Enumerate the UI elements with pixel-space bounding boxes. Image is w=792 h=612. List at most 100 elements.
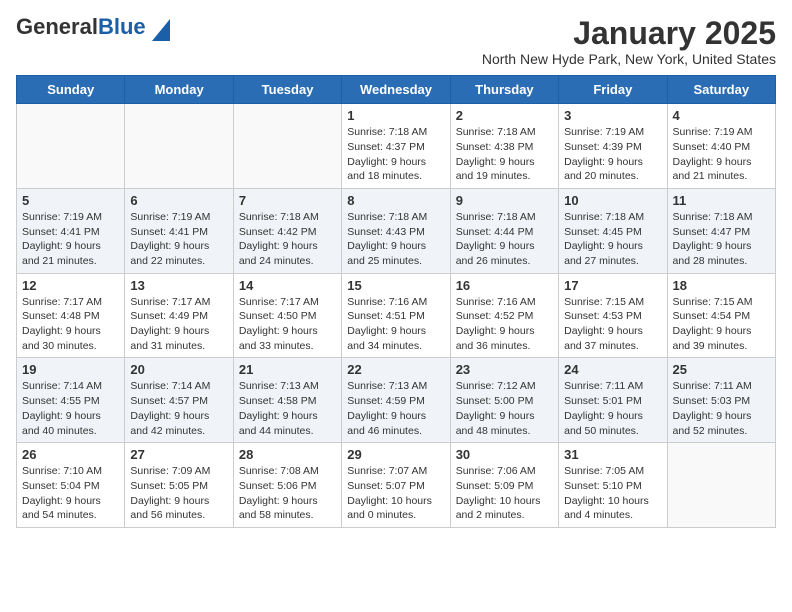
logo-triangle-icon: [152, 19, 170, 41]
day-number: 26: [22, 447, 119, 462]
calendar-week-row: 5 Sunrise: 7:19 AM Sunset: 4:41 PM Daylig…: [17, 188, 776, 273]
day-number: 28: [239, 447, 336, 462]
calendar-cell: 12 Sunrise: 7:17 AM Sunset: 4:48 PM Dayli…: [17, 273, 125, 358]
calendar-cell: 19 Sunrise: 7:14 AM Sunset: 4:55 PM Dayli…: [17, 358, 125, 443]
day-number: 17: [564, 278, 661, 293]
day-number: 25: [673, 362, 770, 377]
calendar-cell: [667, 443, 775, 528]
day-number: 2: [456, 108, 553, 123]
day-info: Sunrise: 7:12 AM Sunset: 5:00 PM Dayligh…: [456, 379, 553, 438]
day-number: 9: [456, 193, 553, 208]
day-number: 23: [456, 362, 553, 377]
weekday-header: Thursday: [450, 76, 558, 104]
day-number: 31: [564, 447, 661, 462]
calendar-cell: 9Sunrise: 7:18 AM Sunset: 4:44 PM Daylig…: [450, 188, 558, 273]
day-number: 5: [22, 193, 119, 208]
calendar-cell: 16 Sunrise: 7:16 AM Sunset: 4:52 PM Dayli…: [450, 273, 558, 358]
logo-text: GeneralBlue: [16, 16, 170, 41]
day-number: 18: [673, 278, 770, 293]
day-info: Sunrise: 7:14 AM Sunset: 4:57 PM Dayligh…: [130, 379, 227, 438]
logo: GeneralBlue: [16, 16, 170, 41]
calendar-cell: 17Sunrise: 7:15 AM Sunset: 4:53 PM Dayli…: [559, 273, 667, 358]
day-info: Sunrise: 7:17 AM Sunset: 4:48 PM Dayligh…: [22, 295, 119, 354]
calendar-body: 1Sunrise: 7:18 AM Sunset: 4:37 PM Daylig…: [17, 104, 776, 528]
day-number: 29: [347, 447, 444, 462]
calendar-week-row: 12 Sunrise: 7:17 AM Sunset: 4:48 PM Dayli…: [17, 273, 776, 358]
day-info: Sunrise: 7:13 AM Sunset: 4:58 PM Dayligh…: [239, 379, 336, 438]
day-number: 22: [347, 362, 444, 377]
day-number: 6: [130, 193, 227, 208]
day-info: Sunrise: 7:05 AM Sunset: 5:10 PM Dayligh…: [564, 464, 661, 523]
day-info: Sunrise: 7:09 AM Sunset: 5:05 PM Dayligh…: [130, 464, 227, 523]
day-number: 12: [22, 278, 119, 293]
calendar-cell: 23 Sunrise: 7:12 AM Sunset: 5:00 PM Dayli…: [450, 358, 558, 443]
calendar-cell: 6 Sunrise: 7:19 AM Sunset: 4:41 PM Daylig…: [125, 188, 233, 273]
day-number: 20: [130, 362, 227, 377]
day-info: Sunrise: 7:18 AM Sunset: 4:45 PM Dayligh…: [564, 210, 661, 269]
calendar-cell: 2 Sunrise: 7:18 AM Sunset: 4:38 PM Daylig…: [450, 104, 558, 189]
day-info: Sunrise: 7:18 AM Sunset: 4:42 PM Dayligh…: [239, 210, 336, 269]
calendar-cell: 4Sunrise: 7:19 AM Sunset: 4:40 PM Daylig…: [667, 104, 775, 189]
location-title: North New Hyde Park, New York, United St…: [482, 51, 776, 67]
day-info: Sunrise: 7:14 AM Sunset: 4:55 PM Dayligh…: [22, 379, 119, 438]
calendar-week-row: 1Sunrise: 7:18 AM Sunset: 4:37 PM Daylig…: [17, 104, 776, 189]
calendar-cell: 30Sunrise: 7:06 AM Sunset: 5:09 PM Dayli…: [450, 443, 558, 528]
calendar-week-row: 26 Sunrise: 7:10 AM Sunset: 5:04 PM Dayli…: [17, 443, 776, 528]
calendar-cell: 15Sunrise: 7:16 AM Sunset: 4:51 PM Dayli…: [342, 273, 450, 358]
calendar-cell: [125, 104, 233, 189]
day-info: Sunrise: 7:16 AM Sunset: 4:52 PM Dayligh…: [456, 295, 553, 354]
calendar-cell: 14 Sunrise: 7:17 AM Sunset: 4:50 PM Dayli…: [233, 273, 341, 358]
day-info: Sunrise: 7:08 AM Sunset: 5:06 PM Dayligh…: [239, 464, 336, 523]
calendar-cell: 7Sunrise: 7:18 AM Sunset: 4:42 PM Daylig…: [233, 188, 341, 273]
weekday-header-row: SundayMondayTuesdayWednesdayThursdayFrid…: [17, 76, 776, 104]
day-number: 13: [130, 278, 227, 293]
calendar-cell: [17, 104, 125, 189]
day-number: 11: [673, 193, 770, 208]
day-number: 4: [673, 108, 770, 123]
day-number: 24: [564, 362, 661, 377]
calendar-cell: 1Sunrise: 7:18 AM Sunset: 4:37 PM Daylig…: [342, 104, 450, 189]
calendar-cell: 31 Sunrise: 7:05 AM Sunset: 5:10 PM Dayli…: [559, 443, 667, 528]
weekday-header: Wednesday: [342, 76, 450, 104]
calendar-cell: 29Sunrise: 7:07 AM Sunset: 5:07 PM Dayli…: [342, 443, 450, 528]
day-number: 3: [564, 108, 661, 123]
calendar-header: SundayMondayTuesdayWednesdayThursdayFrid…: [17, 76, 776, 104]
weekday-header: Friday: [559, 76, 667, 104]
day-number: 30: [456, 447, 553, 462]
calendar-cell: 18Sunrise: 7:15 AM Sunset: 4:54 PM Dayli…: [667, 273, 775, 358]
day-number: 21: [239, 362, 336, 377]
weekday-header: Tuesday: [233, 76, 341, 104]
day-info: Sunrise: 7:17 AM Sunset: 4:49 PM Dayligh…: [130, 295, 227, 354]
day-info: Sunrise: 7:18 AM Sunset: 4:43 PM Dayligh…: [347, 210, 444, 269]
day-info: Sunrise: 7:18 AM Sunset: 4:38 PM Dayligh…: [456, 125, 553, 184]
weekday-header: Saturday: [667, 76, 775, 104]
calendar-cell: 21 Sunrise: 7:13 AM Sunset: 4:58 PM Dayli…: [233, 358, 341, 443]
day-info: Sunrise: 7:19 AM Sunset: 4:41 PM Dayligh…: [22, 210, 119, 269]
day-info: Sunrise: 7:10 AM Sunset: 5:04 PM Dayligh…: [22, 464, 119, 523]
day-info: Sunrise: 7:18 AM Sunset: 4:47 PM Dayligh…: [673, 210, 770, 269]
day-number: 10: [564, 193, 661, 208]
calendar-cell: 3 Sunrise: 7:19 AM Sunset: 4:39 PM Daylig…: [559, 104, 667, 189]
calendar-table: SundayMondayTuesdayWednesdayThursdayFrid…: [16, 75, 776, 528]
calendar-cell: 24 Sunrise: 7:11 AM Sunset: 5:01 PM Dayli…: [559, 358, 667, 443]
calendar-cell: 26 Sunrise: 7:10 AM Sunset: 5:04 PM Dayli…: [17, 443, 125, 528]
day-number: 19: [22, 362, 119, 377]
calendar-cell: 8 Sunrise: 7:18 AM Sunset: 4:43 PM Daylig…: [342, 188, 450, 273]
calendar-cell: 20 Sunrise: 7:14 AM Sunset: 4:57 PM Dayli…: [125, 358, 233, 443]
day-info: Sunrise: 7:19 AM Sunset: 4:41 PM Dayligh…: [130, 210, 227, 269]
calendar-cell: 22Sunrise: 7:13 AM Sunset: 4:59 PM Dayli…: [342, 358, 450, 443]
day-number: 27: [130, 447, 227, 462]
page-header: GeneralBlue January 2025 North New Hyde …: [16, 16, 776, 67]
day-info: Sunrise: 7:19 AM Sunset: 4:39 PM Dayligh…: [564, 125, 661, 184]
title-block: January 2025 North New Hyde Park, New Yo…: [482, 16, 776, 67]
weekday-header: Monday: [125, 76, 233, 104]
calendar-cell: [233, 104, 341, 189]
calendar-week-row: 19 Sunrise: 7:14 AM Sunset: 4:55 PM Dayli…: [17, 358, 776, 443]
day-info: Sunrise: 7:17 AM Sunset: 4:50 PM Dayligh…: [239, 295, 336, 354]
day-number: 14: [239, 278, 336, 293]
day-number: 8: [347, 193, 444, 208]
day-number: 16: [456, 278, 553, 293]
day-info: Sunrise: 7:18 AM Sunset: 4:37 PM Dayligh…: [347, 125, 444, 184]
weekday-header: Sunday: [17, 76, 125, 104]
day-info: Sunrise: 7:11 AM Sunset: 5:01 PM Dayligh…: [564, 379, 661, 438]
